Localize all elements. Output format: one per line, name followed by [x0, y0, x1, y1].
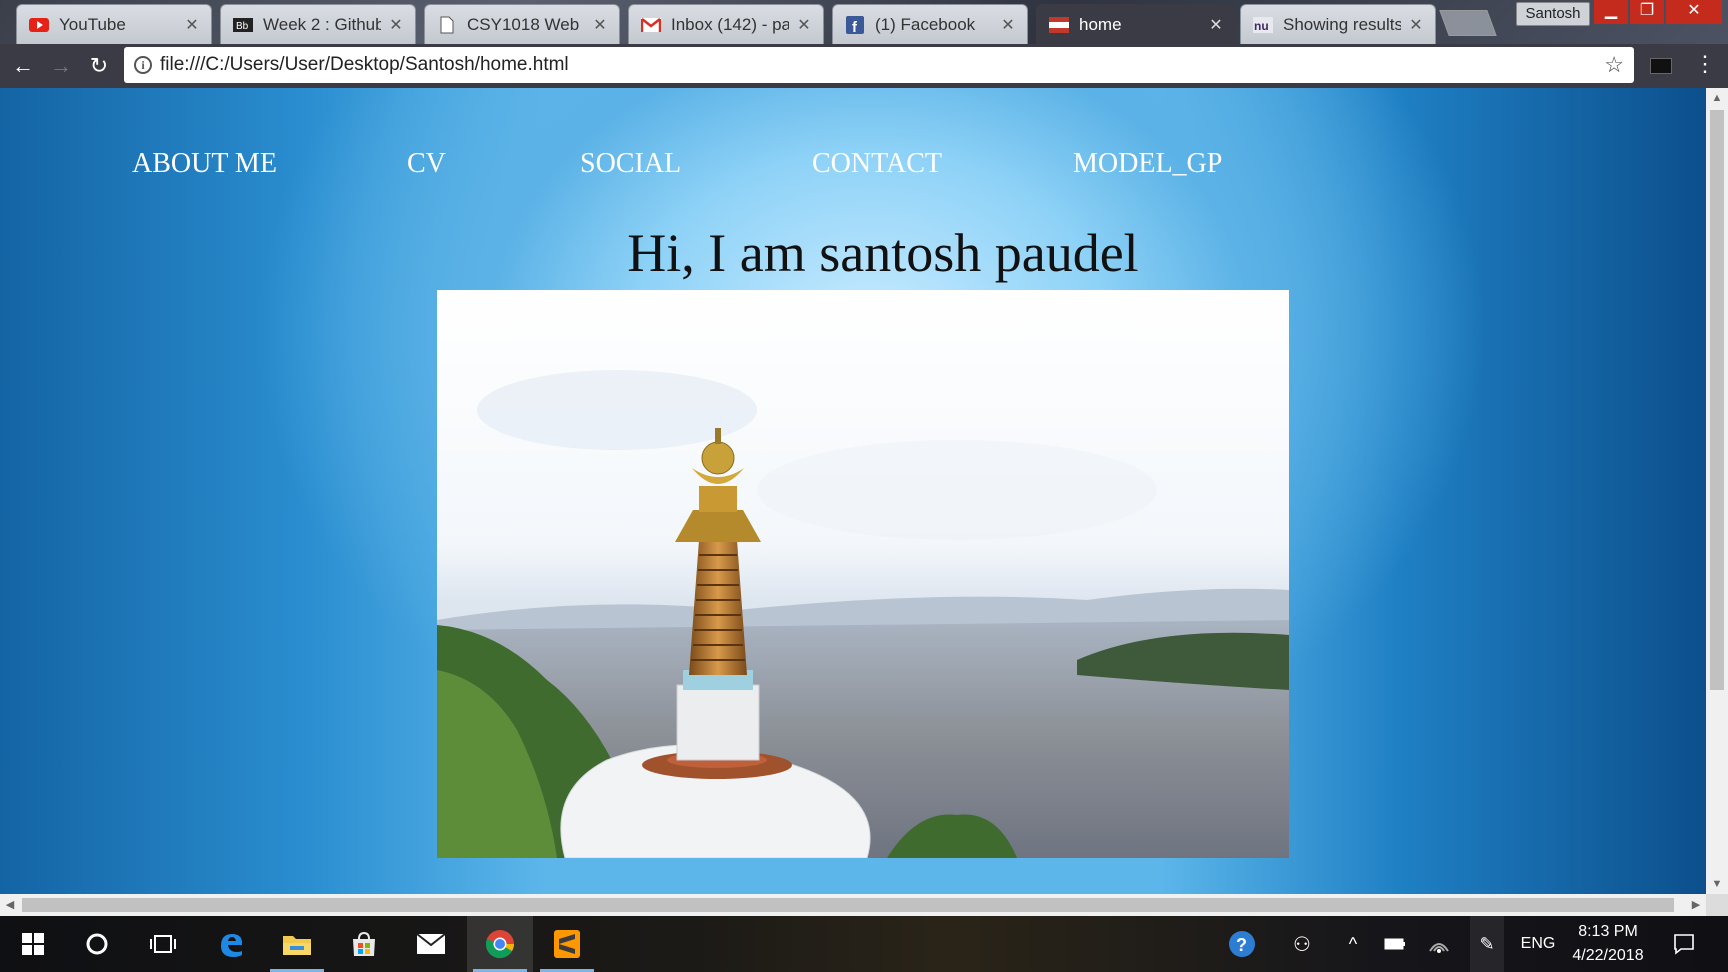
task-view-icon[interactable] [130, 916, 196, 972]
browser-menu-icon[interactable]: ⋮ [1694, 50, 1716, 82]
window-close-icon[interactable]: ✕ [1666, 0, 1722, 24]
nav-link-cv[interactable]: CV [407, 148, 446, 180]
nav-link-model-gp[interactable]: MODEL_GP [1073, 148, 1222, 180]
tab-label: Week 2 : Github [263, 14, 381, 34]
chrome-icon[interactable] [467, 916, 533, 972]
vertical-scroll-thumb[interactable] [1710, 110, 1724, 690]
close-icon[interactable]: ✕ [183, 15, 201, 35]
document-icon [437, 16, 457, 34]
windows-taskbar: ? ⚇ ^ ✎ ENG 8:13 PM 4/22/2018 [0, 916, 1728, 972]
edge-icon[interactable] [198, 916, 264, 972]
clock-date: 4/22/2018 [1572, 947, 1644, 964]
tab-label: Showing results [1283, 14, 1401, 34]
nav-link-contact[interactable]: CONTACT [812, 148, 942, 180]
tab-label: home [1079, 14, 1122, 34]
scrollbar-corner [1706, 894, 1728, 916]
address-bar[interactable]: i file:///C:/Users/User/Desktop/Santosh/… [124, 47, 1634, 83]
profile-button[interactable]: Santosh [1516, 2, 1590, 26]
page-heading: Hi, I am santosh paudel [627, 223, 1139, 283]
nav-link-social[interactable]: SOCIAL [580, 148, 681, 180]
browser-toolbar: ← → ↻ i file:///C:/Users/User/Desktop/Sa… [0, 44, 1728, 88]
site-nav: ABOUT ME CV SOCIAL CONTACT MODEL_GP [0, 148, 1706, 198]
tab-csy1018[interactable]: CSY1018 Web D ✕ [424, 4, 620, 44]
info-icon[interactable]: i [134, 56, 152, 74]
facebook-icon: f [845, 15, 865, 34]
youtube-icon [29, 16, 49, 34]
tab-label: YouTube [59, 14, 126, 34]
reload-icon[interactable]: ↻ [84, 52, 114, 80]
close-icon[interactable]: ✕ [999, 15, 1017, 35]
mail-icon[interactable] [398, 916, 464, 972]
blackboard-icon: Bb [233, 16, 253, 34]
page-viewport: ABOUT ME CV SOCIAL CONTACT MODEL_GP Hi, … [0, 88, 1706, 894]
clock-time: 8:13 PM [1578, 923, 1638, 940]
scroll-left-arrow-icon[interactable]: ◀ [0, 894, 20, 916]
tab-label: (1) Facebook [875, 14, 976, 34]
nu-icon: nu [1253, 16, 1273, 34]
gmail-icon [641, 16, 661, 34]
people-icon[interactable]: ⚇ [1282, 916, 1322, 972]
close-icon[interactable]: ✕ [1207, 15, 1225, 35]
close-icon[interactable]: ✕ [795, 15, 813, 35]
scroll-right-arrow-icon[interactable]: ▶ [1686, 894, 1706, 916]
extension-icon[interactable] [1650, 58, 1672, 74]
restore-icon[interactable]: ❐ [1630, 0, 1664, 24]
close-icon[interactable]: ✕ [1407, 15, 1425, 35]
scroll-down-arrow-icon[interactable]: ▼ [1706, 874, 1728, 894]
store-icon[interactable] [331, 916, 397, 972]
pen-workspace-icon[interactable]: ✎ [1470, 916, 1504, 972]
svg-text:?: ? [1236, 935, 1247, 955]
wifi-icon[interactable] [1422, 916, 1456, 972]
new-tab-button[interactable] [1439, 10, 1497, 36]
help-icon[interactable]: ? [1222, 916, 1262, 972]
tab-showing-results[interactable]: nu Showing results ✕ [1240, 4, 1436, 44]
browser-tab-strip: YouTube ✕ Bb Week 2 : Github ✕ CSY1018 W… [0, 0, 1728, 44]
tab-facebook[interactable]: f (1) Facebook ✕ [832, 4, 1028, 44]
action-center-icon[interactable] [1664, 916, 1704, 972]
close-icon[interactable]: ✕ [591, 15, 609, 35]
tab-label: CSY1018 Web D [467, 14, 585, 34]
taskbar-clock[interactable]: 8:13 PM 4/22/2018 [1560, 916, 1656, 972]
tab-youtube[interactable]: YouTube ✕ [16, 4, 212, 44]
bookmark-star-icon[interactable]: ☆ [1604, 52, 1624, 78]
nav-link-about-me[interactable]: ABOUT ME [132, 148, 277, 180]
forward-arrow-icon[interactable]: → [46, 52, 76, 80]
show-hidden-icons-chevron-icon[interactable]: ^ [1336, 916, 1370, 972]
scroll-up-arrow-icon[interactable]: ▲ [1706, 88, 1728, 108]
tab-label: Inbox (142) - pa [671, 14, 789, 34]
url-text[interactable]: file:///C:/Users/User/Desktop/Santosh/ho… [160, 54, 1604, 76]
horizontal-scrollbar[interactable]: ◀ ▶ [0, 894, 1706, 916]
svg-text:Bb: Bb [236, 21, 249, 32]
battery-icon[interactable] [1378, 916, 1412, 972]
page-flag-icon [1049, 16, 1069, 34]
stupa-over-city-valley-photo [437, 290, 1289, 858]
sublime-icon[interactable] [534, 916, 600, 972]
input-language[interactable]: ENG [1514, 916, 1562, 972]
tab-gmail-inbox[interactable]: Inbox (142) - pa ✕ [628, 4, 824, 44]
close-icon[interactable]: ✕ [387, 15, 405, 35]
minimize-icon[interactable]: ▁ [1594, 0, 1628, 24]
back-arrow-icon[interactable]: ← [8, 52, 38, 80]
horizontal-scroll-thumb[interactable] [22, 898, 1674, 912]
tab-home[interactable]: home ✕ [1036, 4, 1236, 44]
start-icon[interactable] [0, 916, 66, 972]
vertical-scrollbar[interactable]: ▲ ▼ [1706, 88, 1728, 894]
file-explorer-icon[interactable] [264, 916, 330, 972]
svg-text:nu: nu [1254, 19, 1269, 33]
cortana-icon[interactable] [64, 916, 130, 972]
tab-week2-github[interactable]: Bb Week 2 : Github ✕ [220, 4, 416, 44]
